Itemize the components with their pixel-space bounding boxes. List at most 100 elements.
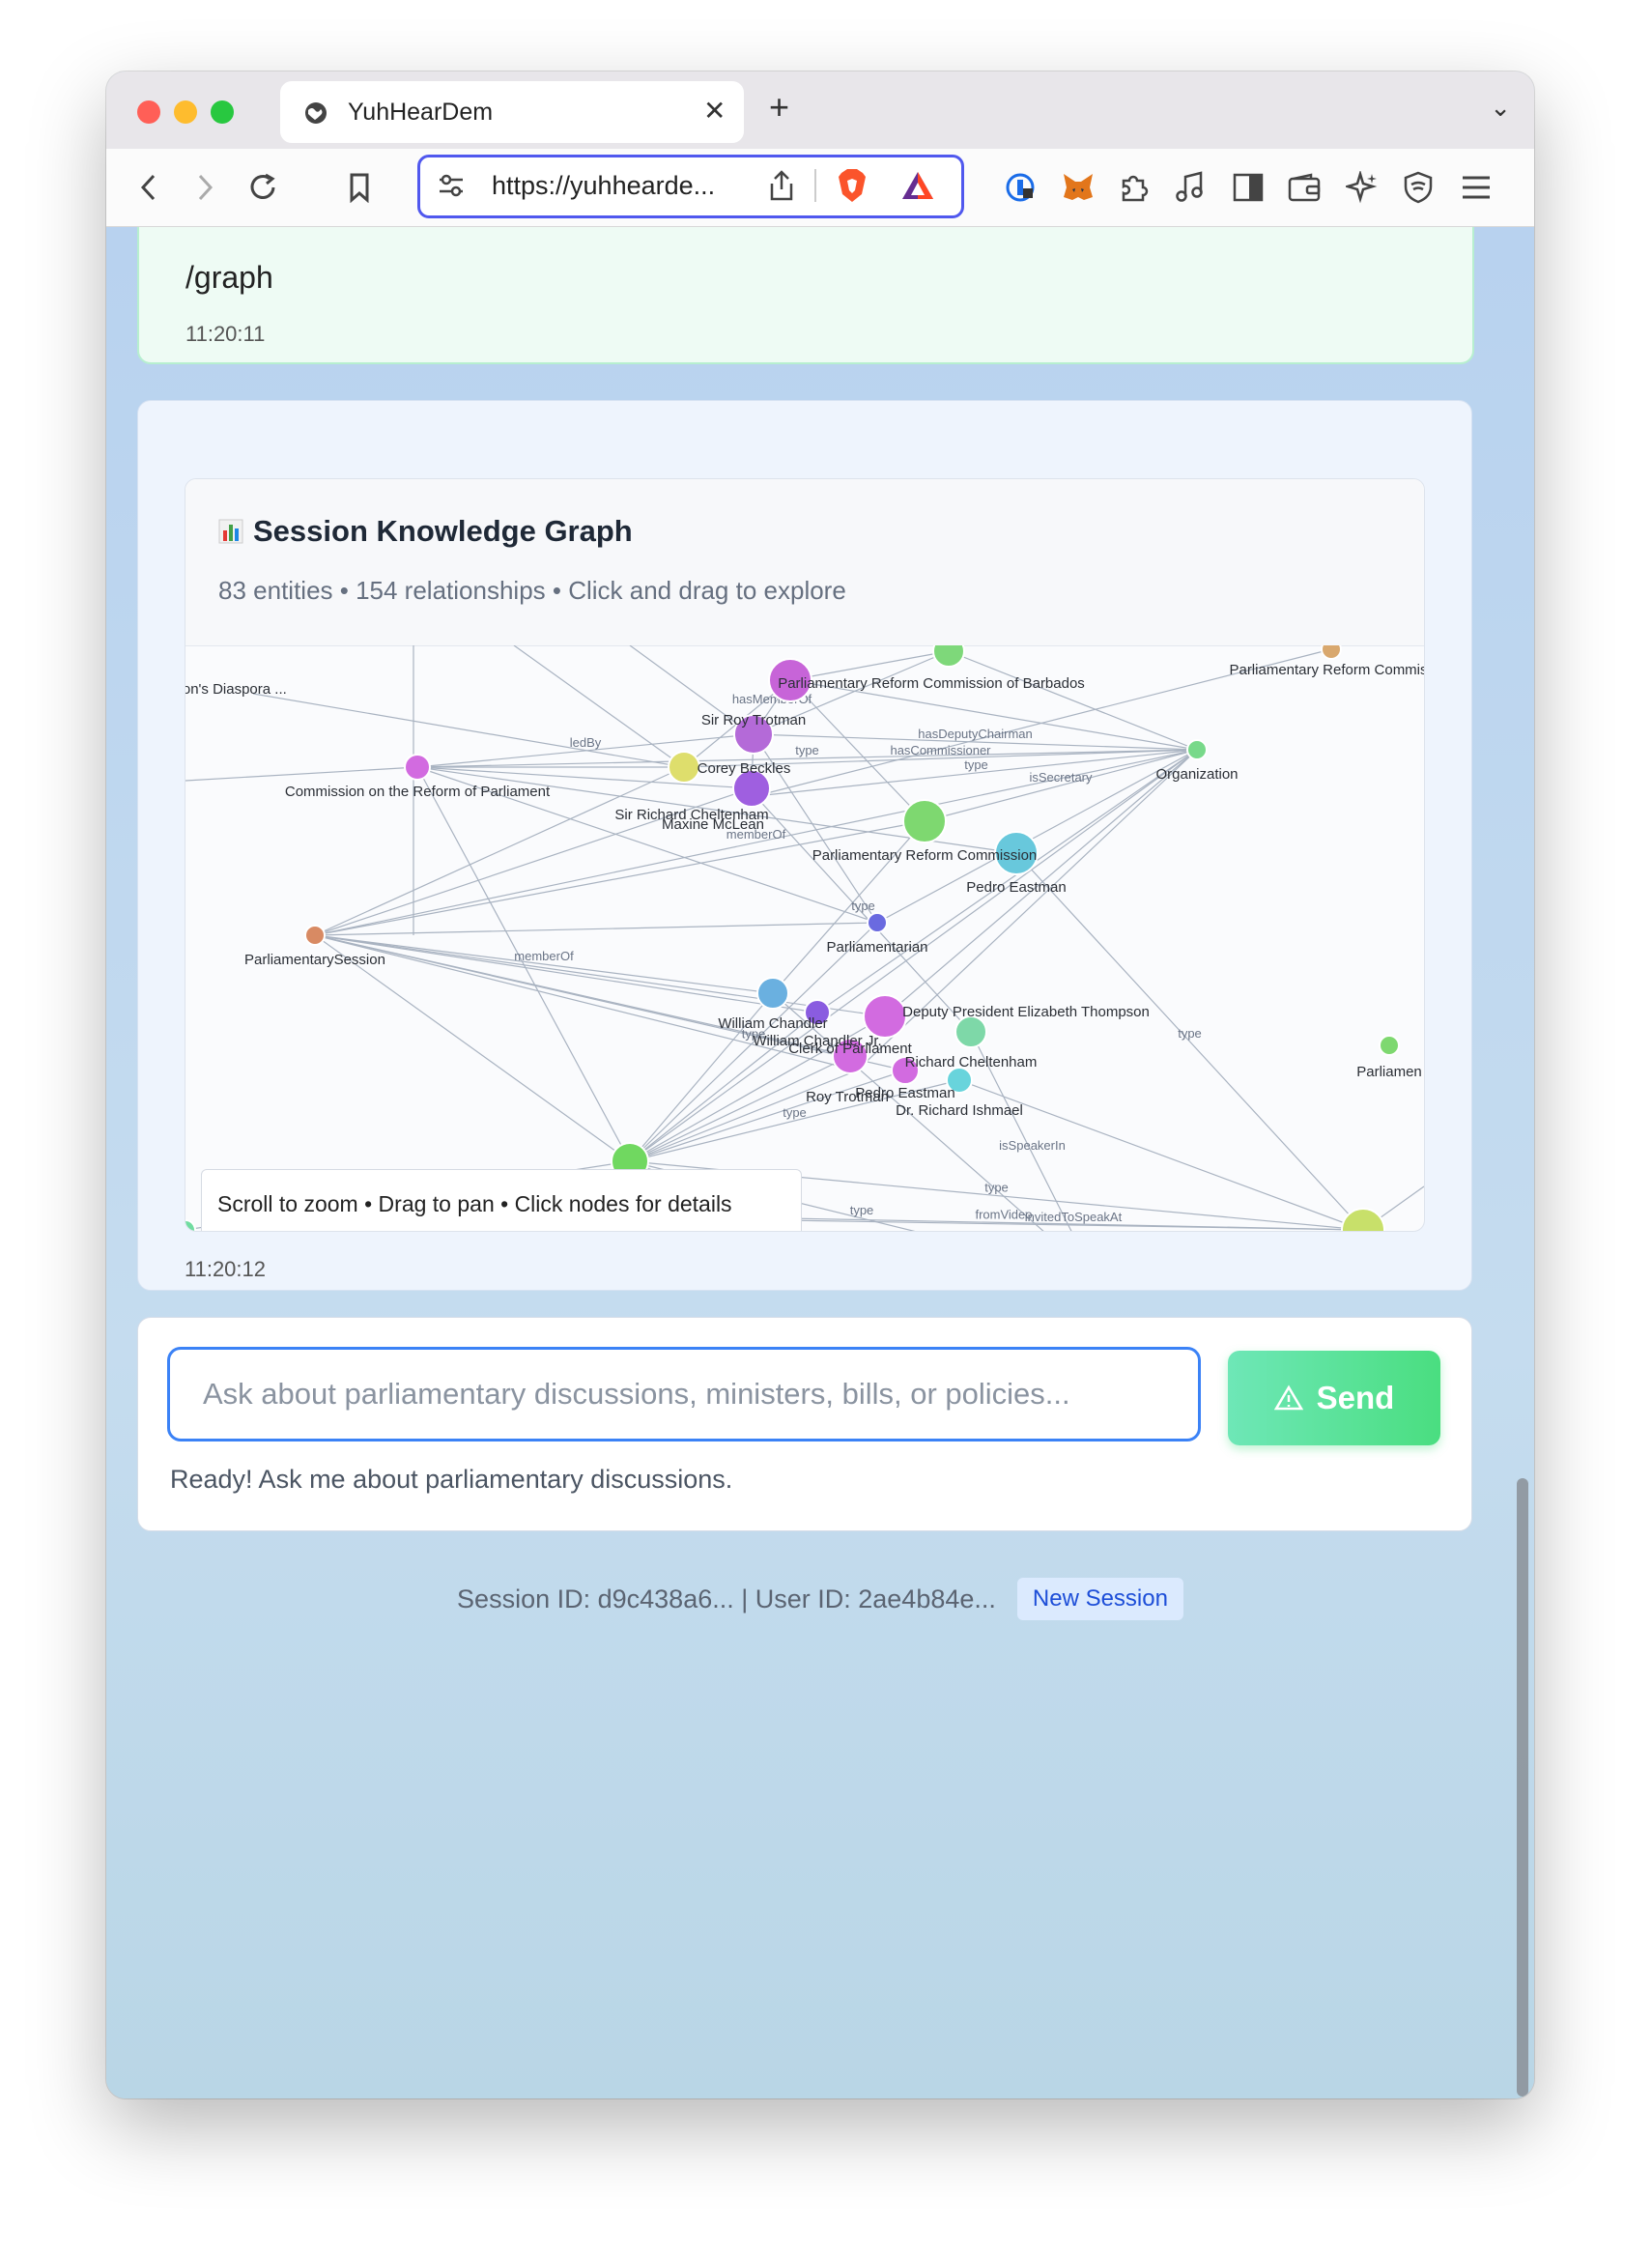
edge-label: isSecretary bbox=[1029, 770, 1093, 785]
user-message: /graph 11:20:11 bbox=[137, 227, 1474, 364]
graph-node[interactable] bbox=[1341, 1208, 1385, 1231]
graph-edge bbox=[314, 820, 926, 936]
node-label: Deputy President Elizabeth Thompson bbox=[902, 1004, 1150, 1020]
edge-label: type bbox=[964, 757, 988, 772]
graph-node[interactable] bbox=[863, 994, 907, 1039]
edge-label: memberOf bbox=[514, 949, 574, 963]
vpn-shield-icon[interactable] bbox=[1397, 166, 1439, 209]
graph-nodes bbox=[185, 645, 1400, 1231]
wallet-icon[interactable] bbox=[1283, 166, 1325, 209]
bot-message-time: 11:20:12 bbox=[185, 1257, 267, 1281]
graph-edge bbox=[185, 766, 418, 782]
metamask-fox-icon[interactable] bbox=[1057, 166, 1099, 209]
graph-node[interactable] bbox=[404, 754, 431, 781]
graph-node[interactable] bbox=[932, 645, 965, 668]
tab-bar: YuhHearDem ✕ + ⌄ bbox=[106, 71, 1534, 149]
globe-icon bbox=[305, 102, 327, 124]
bar-chart-icon bbox=[218, 519, 243, 544]
browser-tab[interactable]: YuhHearDem ✕ bbox=[280, 81, 744, 143]
bookmark-icon[interactable] bbox=[338, 166, 381, 209]
edge-label: invitedToSpeakAt bbox=[1025, 1210, 1123, 1224]
status-text: Ready! Ask me about parliamentary discus… bbox=[170, 1465, 733, 1494]
node-label: Parliamen bbox=[1356, 1064, 1422, 1080]
bot-message: Session Knowledge Graph 83 entities • 15… bbox=[137, 400, 1472, 1291]
close-window-icon[interactable] bbox=[137, 100, 160, 124]
graph-edge-labels: typeledBymemberOfhasMemberOfhasDeputyCha… bbox=[396, 692, 1202, 1224]
new-session-button[interactable]: New Session bbox=[1016, 1578, 1183, 1620]
node-label: Dr. Richard Ishmael bbox=[896, 1102, 1023, 1119]
address-bar[interactable]: https://yuhhearde... bbox=[417, 155, 964, 218]
graph-node[interactable] bbox=[1321, 645, 1342, 660]
url-text: https://yuhhearde... bbox=[492, 171, 716, 200]
graph-edge bbox=[314, 922, 878, 936]
node-label: ission's Diaspora ... bbox=[185, 681, 287, 698]
graph-node[interactable] bbox=[668, 751, 700, 784]
knowledge-graph-canvas[interactable]: typeledBymemberOfhasMemberOfhasDeputyCha… bbox=[185, 645, 1424, 1231]
close-tab-icon[interactable]: ✕ bbox=[703, 95, 726, 127]
user-message-time: 11:20:11 bbox=[185, 322, 266, 346]
graph-node[interactable] bbox=[902, 799, 947, 843]
node-label: Pedro Eastman bbox=[855, 1085, 954, 1101]
edge-label: hasDeputyChairman bbox=[918, 727, 1033, 741]
sidebar-icon[interactable] bbox=[1227, 166, 1269, 209]
node-label: ParliamentarySession bbox=[244, 952, 385, 968]
new-tab-icon[interactable]: + bbox=[769, 87, 789, 128]
graph-node[interactable] bbox=[954, 1015, 987, 1048]
graph-node[interactable] bbox=[185, 1219, 196, 1231]
ai-sparkle-icon[interactable] bbox=[1341, 166, 1383, 209]
brave-shield-icon[interactable] bbox=[836, 167, 869, 204]
graph-edge bbox=[314, 934, 886, 1017]
node-label: Parliamentarian bbox=[826, 939, 927, 956]
node-label: Parliamentary Reform Commis bbox=[1229, 662, 1424, 678]
graph-node[interactable] bbox=[304, 925, 326, 946]
back-icon[interactable] bbox=[128, 166, 170, 209]
reload-icon[interactable] bbox=[242, 166, 284, 209]
tab-title: YuhHearDem bbox=[348, 99, 494, 126]
node-label: Richard Cheltenham bbox=[905, 1054, 1038, 1070]
chat-input[interactable] bbox=[167, 1347, 1201, 1441]
edge-label: type bbox=[984, 1181, 1009, 1195]
graph-subtitle: 83 entities • 154 relationships • Click … bbox=[218, 576, 846, 605]
edge-label: isSpeakerIn bbox=[999, 1138, 1066, 1153]
extensions-puzzle-icon[interactable] bbox=[1113, 166, 1155, 209]
node-label: Parliamentary Reform Commission of Barba… bbox=[778, 675, 1085, 692]
music-note-icon[interactable] bbox=[1169, 166, 1211, 209]
send-button[interactable]: Send bbox=[1228, 1351, 1440, 1445]
minimize-window-icon[interactable] bbox=[174, 100, 197, 124]
edge-label: hasCommissioner bbox=[890, 743, 991, 757]
hamburger-menu-icon[interactable] bbox=[1455, 166, 1497, 209]
scrollbar-thumb[interactable] bbox=[1517, 1478, 1528, 2097]
chat-input-card: Send Ready! Ask me about parliamentary d… bbox=[137, 1317, 1472, 1531]
node-label: Maxine McLean bbox=[662, 816, 764, 833]
graph-node[interactable] bbox=[756, 977, 789, 1010]
edge-label: type bbox=[783, 1105, 807, 1120]
forward-icon[interactable] bbox=[184, 166, 226, 209]
graph-node[interactable] bbox=[1186, 739, 1208, 760]
send-label: Send bbox=[1316, 1380, 1395, 1415]
chevron-down-icon[interactable]: ⌄ bbox=[1490, 93, 1511, 123]
password-manager-icon[interactable] bbox=[999, 166, 1041, 209]
graph-node[interactable] bbox=[867, 912, 888, 933]
brave-rewards-icon[interactable] bbox=[899, 169, 936, 202]
share-icon[interactable] bbox=[768, 169, 795, 202]
browser-window: YuhHearDem ✕ + ⌄ https://yuhhearde... /g… bbox=[106, 71, 1534, 2098]
node-label: Sir Roy Trotman bbox=[701, 712, 806, 728]
edge-label: ledBy bbox=[570, 735, 602, 750]
edge-label: type bbox=[795, 743, 819, 757]
browser-toolbar: https://yuhhearde... bbox=[106, 149, 1534, 227]
node-label: Pedro Eastman bbox=[966, 879, 1066, 896]
node-label: Clerk of Parliament bbox=[788, 1041, 912, 1057]
graph-edge bbox=[1015, 852, 1364, 1231]
chat-content: /graph 11:20:11 Session Knowledge Graph … bbox=[106, 227, 1534, 2098]
graph-node[interactable] bbox=[1379, 1035, 1400, 1056]
hint-text-box: Scroll to zoom • Drag to pan • Click nod… bbox=[201, 1169, 802, 1231]
graph-edge bbox=[856, 749, 1198, 1071]
zoom-window-icon[interactable] bbox=[211, 100, 234, 124]
graph-edge bbox=[314, 934, 818, 1013]
node-label: William Chandler bbox=[718, 1015, 827, 1032]
node-label: Corey Beckles bbox=[698, 760, 791, 777]
site-settings-icon[interactable] bbox=[438, 173, 465, 198]
session-ids: Session ID: d9c438a6... | User ID: 2ae4b… bbox=[457, 1584, 996, 1613]
graph-hint-text: Scroll to zoom • Drag to pan • Click nod… bbox=[217, 1190, 732, 1216]
graph-edges bbox=[185, 645, 1424, 1231]
